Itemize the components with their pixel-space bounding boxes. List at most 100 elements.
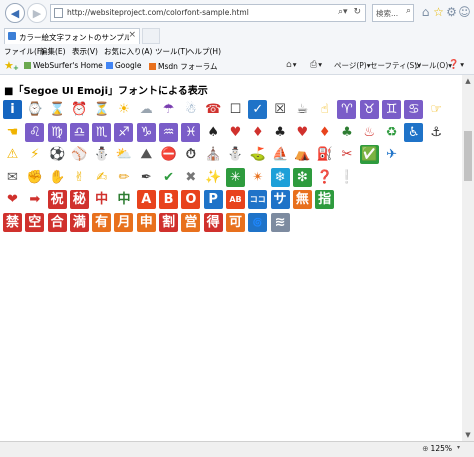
pointing-right-icon: ☞ [430,102,442,117]
sailboat-icon: ⛵ [271,147,289,162]
b-button-icon: B [159,190,179,209]
blank-cell [427,190,446,209]
search-box[interactable]: 検索... ⌕ [372,4,414,22]
prohibited-button-icon: 禁 [3,212,22,232]
hourglass-flowing-icon: ⏳ [93,102,110,117]
search-input[interactable]: 検索... [376,8,398,19]
blank-cell [382,168,401,187]
scroll-thumb[interactable] [464,131,472,181]
church-icon: ⛪ [205,147,222,162]
pisces-icon: ♓ [181,122,201,142]
emoji-row: i ⌚ ⌛ ⏰ ⏳ ☀ ☁ ☂ ☃ ☎ ☐ ✓ ☒ ☕ ☝ ♈ ♉ ♊ ♋ ☞ [3,100,461,123]
blank-cell [382,213,401,232]
spade-icon: ♠ [207,124,219,140]
google-icon [106,62,113,69]
zoom-level[interactable]: ⊕ 125% [422,444,452,453]
menu-favorites[interactable]: お気に入り(A) [104,46,152,57]
smiley-icon[interactable]: ☺ [458,5,471,19]
status-bar: ⊕ 125% ▾ [0,441,474,457]
page-menu[interactable]: ページ(P)▾ [334,60,371,71]
raised-hand-icon: ✋ [49,169,66,185]
alarm-clock-icon: ⏰ [71,102,88,117]
new-tab-button[interactable] [142,28,160,44]
heart-suit-icon: ♥ [229,124,242,140]
vertical-scrollbar[interactable]: ▲ ▼ [462,75,474,441]
fuel-pump-icon: ⛽ [316,147,333,162]
menu-bar: ファイル(F) 編集(E) 表示(V) お気に入り(A) ツール(T) ヘルプ(… [0,44,474,58]
airplane-icon: ✈ [386,147,397,162]
msdn-icon [149,63,156,70]
address-bar-row: ◀ ▶ http://websiteproject.com/colorfont-… [0,0,474,27]
diamond-suit-icon: ♦ [251,124,264,140]
scroll-down-arrow-icon[interactable]: ▼ [462,429,474,441]
home-small-icon: ⌂ [286,60,292,70]
emoji-row: ⚠ ⚡ ⚽ ⚾ ⛄ ⛅ ⛰ ⛔ ⏱ ⛪ ⛄ ⛳ ⛵ ⛺ ⛽ ✂ ✅ ✈ [3,145,461,168]
pencil-icon: ✏ [118,169,130,185]
page-heading: ■「Segoe UI Emoji」フォントによる表示 [4,86,208,97]
check-mark-icon: ✔ [163,169,175,185]
no-entry-icon: ⛔ [160,147,177,162]
snowman-without-snow-icon: ⛄ [93,147,110,162]
snowflake-icon: ❄ [270,167,290,187]
print-button[interactable]: ⎙▾ [310,60,322,70]
application-icon: 申 [136,212,156,232]
warning-icon: ⚠ [6,147,19,162]
favorite-msdn[interactable]: Msdn フォーラム [149,61,218,72]
umbrella-icon: ☂ [162,102,175,117]
menu-view[interactable]: 表示(V) [72,46,98,57]
aries-icon: ♈ [337,100,357,119]
menu-file[interactable]: ファイル(F) [4,46,44,57]
page-icon [54,8,63,18]
favorite-google[interactable]: Google [106,61,141,70]
address-bar[interactable]: http://websiteproject.com/colorfont-samp… [50,4,366,22]
tab-close-icon[interactable]: × [128,30,136,40]
recycle-icon: ♻ [385,124,398,140]
ballot-box-x-icon: ☒ [274,102,286,117]
help-icon: ❓ [448,60,460,70]
page-content: ■「Segoe UI Emoji」フォントによる表示 i ⌚ ⌛ ⏰ ⏳ ☀ ☁ ☂ ☃ ☎ ☐ ✓ ☒… [0,75,462,441]
sparkles-icon: ✨ [205,169,222,185]
snowman-icon: ☃ [185,102,197,117]
favorites-star-icon[interactable]: ☆ [432,5,445,19]
free-of-charge-icon: 無 [292,190,312,209]
mahjong-tile-icon: 中 [114,190,134,209]
forward-button[interactable]: ▶ [27,3,47,23]
taurus-icon: ♉ [359,100,379,119]
menu-tools[interactable]: ツール(T) [155,46,188,57]
menu-help[interactable]: ヘルプ(H) [187,46,221,57]
scissors-icon: ✂ [341,147,353,162]
zoom-dropdown-icon[interactable]: ▾ [457,444,460,451]
home-button[interactable]: ⌂▾ [286,60,296,70]
tab-bar: カラー絵文字フォントのサンプル... × [0,27,474,44]
favorite-websurfer[interactable]: WebSurfer's Home [24,61,103,70]
tools-menu[interactable]: ツール(O)▾ [414,60,452,71]
service-charge-icon: サ [270,190,290,209]
blank-cell [360,213,379,232]
check-mark-button-icon: ✅ [359,145,379,164]
telephone-icon: ☎ [205,102,222,117]
url-text[interactable]: http://websiteproject.com/colorfont-samp… [67,8,249,17]
right-arrow-icon: ➡ [29,192,41,207]
discount-icon: 割 [159,212,179,232]
cancer-icon: ♋ [404,100,424,119]
menu-edit[interactable]: 編集(E) [40,46,66,57]
refresh-icon[interactable]: ↻ [353,7,361,17]
blank-cell [427,168,446,187]
back-button[interactable]: ◀ [5,3,25,23]
search-dropdown-icon[interactable]: ⌕▾ [338,7,348,17]
monthly-amount-icon: 月 [114,212,134,232]
capricorn-icon: ♑ [136,122,156,142]
blank-cell [427,213,446,232]
cloud-icon: ☁ [139,102,153,117]
tab-current[interactable]: カラー絵文字フォントのサンプル... × [4,28,140,44]
settings-gear-icon[interactable]: ⚙ [445,5,458,19]
lightning-icon: ⚡ [30,147,40,162]
home-icon[interactable]: ⌂ [419,5,432,19]
scroll-up-arrow-icon[interactable]: ▲ [462,75,474,87]
mahjong-red-dragon-icon: 中 [92,190,112,209]
help-button[interactable]: ❓▾ [448,60,464,70]
leo-icon: ♌ [25,122,45,142]
emoji-row: 禁空合満有月申割営得可 🌀 ≋ [3,212,461,236]
anchor-icon: ⚓ [430,124,442,140]
search-icon[interactable]: ⌕ [406,6,411,16]
